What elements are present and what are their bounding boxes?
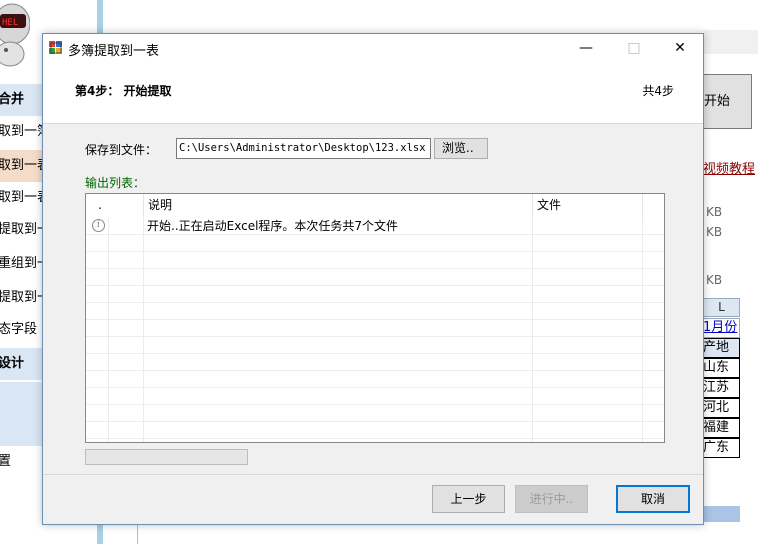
sidebar-item-label: 取到一表 (0, 190, 44, 205)
sidebar-item[interactable]: 提取到一 (0, 214, 44, 246)
step-count: 共4步 (642, 84, 674, 98)
sidebar-item[interactable]: 重组到一 (0, 248, 44, 280)
sidebar-item-label: 重组到一 (0, 256, 44, 271)
table-row[interactable] (86, 422, 664, 439)
title-bar[interactable]: 多簿提取到一表 — □ ✕ (43, 34, 703, 62)
output-list[interactable]: . 说明 文件 i 开始..正在启动Excel程序。本次任务共7个文件 (85, 193, 665, 443)
grid-column-header[interactable]: L (703, 298, 740, 317)
table-row[interactable]: i 开始..正在启动Excel程序。本次任务共7个文件 (86, 218, 664, 235)
column-header-status[interactable] (108, 194, 144, 217)
sidebar-item-label: 提取到一 (0, 290, 44, 305)
column-header-index[interactable]: . (96, 194, 108, 217)
save-to-file-label: 保存到文件： (85, 143, 158, 157)
table-row[interactable] (86, 235, 664, 252)
robot-mascot-icon: HEL (0, 3, 30, 67)
wizard-header: 第4步： 开始提取 共4步 (43, 62, 703, 124)
grid-cell[interactable]: 山东 (703, 358, 740, 378)
cancel-button[interactable]: 取消 (616, 485, 690, 513)
step-title: 第4步： 开始提取 (75, 84, 172, 98)
sidebar-item-label: 提取到一 (0, 222, 44, 237)
table-row[interactable] (86, 252, 664, 269)
close-icon[interactable]: ✕ (657, 34, 703, 62)
sidebar-item[interactable]: 提取到一 (0, 282, 44, 314)
sidebar-item[interactable]: 取到一簿 (0, 116, 44, 148)
grid-cell[interactable]: 1月份 (703, 318, 740, 338)
row-description: 开始..正在启动Excel程序。本次任务共7个文件 (147, 219, 399, 233)
grid-cell[interactable]: 福建 (703, 418, 740, 438)
sidebar-item-label: 取到一表 (0, 158, 44, 173)
file-size-label: KB (706, 205, 723, 219)
table-row[interactable] (86, 269, 664, 286)
sidebar-item[interactable]: 态字段 (0, 314, 44, 346)
sidebar-group-header[interactable]: 设计 (0, 348, 44, 380)
info-icon: i (92, 219, 105, 232)
scrollbar[interactable] (703, 506, 740, 522)
maximize-icon: □ (627, 40, 641, 56)
table-row[interactable] (86, 337, 664, 354)
output-list-label: 输出列表： (85, 176, 146, 190)
table-row[interactable] (86, 405, 664, 422)
table-row[interactable] (86, 286, 664, 303)
file-size-label: KB (706, 273, 723, 287)
sidebar-item[interactable]: 置 (0, 446, 44, 478)
table-row[interactable] (86, 303, 664, 320)
list-header: . 说明 文件 (86, 194, 664, 217)
sidebar-item[interactable]: 取到一表 (0, 182, 44, 214)
grid-cell[interactable]: 产地 (703, 338, 740, 358)
save-path-input[interactable]: C:\Users\Administrator\Desktop\123.xlsx (176, 138, 431, 159)
previous-step-button[interactable]: 上一步 (432, 485, 505, 513)
column-header-description[interactable]: 说明 (144, 194, 533, 217)
video-tutorial-link[interactable]: 视频教程 (703, 158, 755, 177)
sidebar-group-header[interactable]: 合并 (0, 84, 44, 116)
table-row[interactable] (86, 388, 664, 405)
in-progress-button: 进行中.. (515, 485, 588, 513)
sidebar-item[interactable]: 取到一表 (0, 150, 44, 182)
column-header-file[interactable]: 文件 (533, 194, 643, 217)
sidebar-item-label: 合并 (0, 92, 25, 107)
sidebar-item-label: 设计 (0, 356, 25, 371)
table-row[interactable] (86, 320, 664, 337)
table-row[interactable] (86, 354, 664, 371)
dialog-title: 多簿提取到一表 (68, 44, 160, 59)
progress-bar (85, 449, 248, 465)
footer-divider (43, 474, 703, 475)
start-button[interactable]: 开始 (703, 74, 752, 129)
sidebar-item (0, 414, 44, 446)
browse-button[interactable]: 浏览.. (434, 138, 488, 159)
sidebar-item-label: 态字段 (0, 322, 38, 337)
minimize-icon[interactable]: — (563, 34, 609, 62)
left-sidebar: HEL 合并 取到一簿 取到一表 取到一表 提取到一 重组到一 提取到一 态字段 设计置 (0, 0, 44, 544)
table-row[interactable] (86, 371, 664, 388)
right-panel-header (703, 30, 758, 54)
app-grid-icon (49, 41, 62, 54)
grid-cell[interactable]: 广东 (703, 438, 740, 458)
grid-cell[interactable]: 河北 (703, 398, 740, 418)
svg-text:HEL: HEL (2, 18, 18, 28)
extract-dialog: 多簿提取到一表 — □ ✕ 第4步： 开始提取 共4步 保存到文件： C:\Us… (42, 33, 704, 525)
grid-cell[interactable]: 江苏 (703, 378, 740, 398)
file-size-label: KB (706, 225, 723, 239)
sidebar-item (0, 382, 44, 414)
sidebar-item-label: 取到一簿 (0, 124, 44, 139)
sidebar-item-label: 置 (0, 454, 12, 469)
